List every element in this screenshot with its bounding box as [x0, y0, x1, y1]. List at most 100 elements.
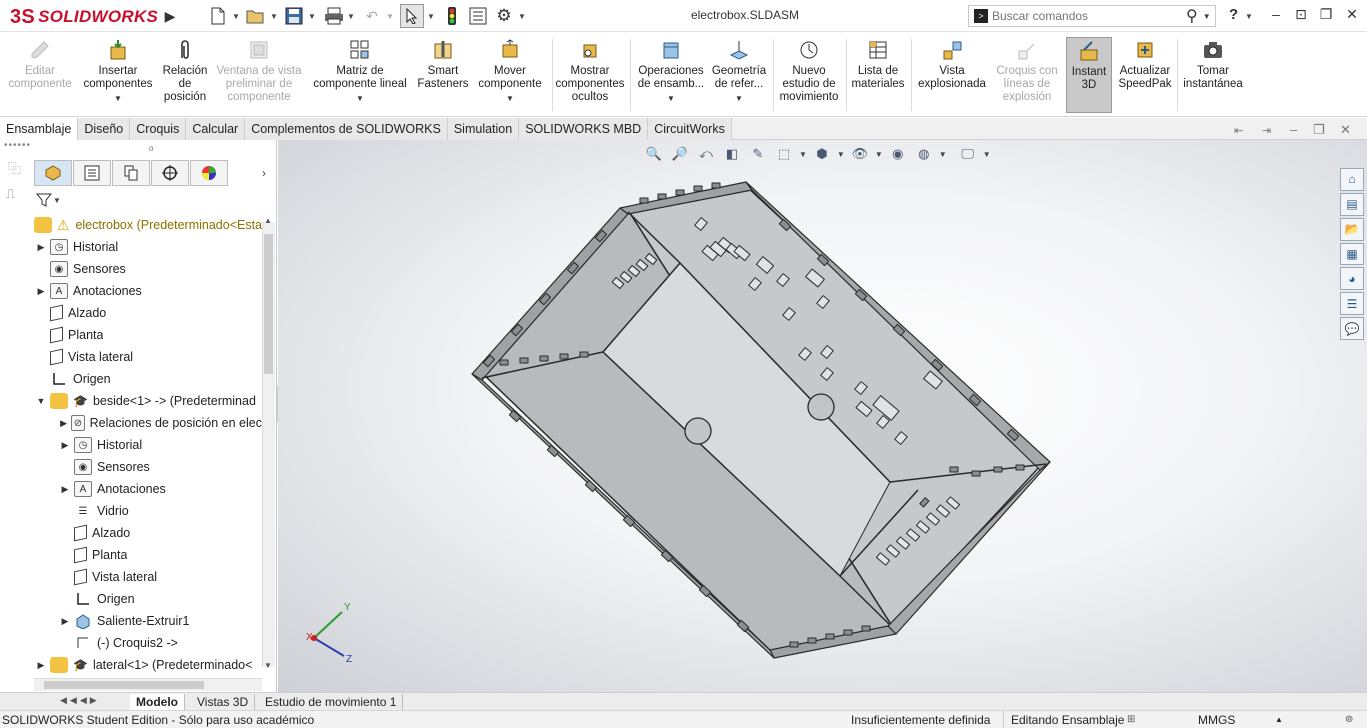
tab-simulation[interactable]: Simulation — [447, 118, 520, 140]
doc-restore-icon[interactable]: ❐ — [1313, 122, 1325, 138]
tree-root-assembly[interactable]: ⚠ electrobox (Predeterminado<Esta — [34, 214, 262, 236]
minimize-icon[interactable]: – — [1266, 6, 1286, 24]
show-hidden-components-button[interactable]: Mostrar componentes ocultos — [554, 37, 626, 113]
units-dropdown-icon[interactable]: ▲ — [1275, 715, 1283, 724]
scroll-up-icon[interactable]: ▲ — [264, 216, 272, 225]
search-dropdown-icon[interactable]: ▼ — [1203, 12, 1211, 21]
options-gear-icon[interactable]: ⚙ — [492, 4, 516, 28]
tree-item-sensores[interactable]: ◉ Sensores — [36, 258, 126, 280]
feature-manager-tab-icon[interactable] — [34, 160, 72, 186]
reference-geometry-dropdown-icon[interactable]: ▼ — [735, 92, 743, 105]
tree-item-historial-sub[interactable]: ▶ ◷ Historial — [60, 434, 142, 456]
tree-item-beside[interactable]: ▼ 🎓 beside<1> -> (Predeterminad — [36, 390, 262, 412]
linear-component-pattern-button[interactable]: Matriz de componente lineal ▼ — [306, 37, 414, 113]
tab-croquis[interactable]: Croquis — [130, 118, 187, 140]
tree-item-origen[interactable]: Origen — [36, 368, 111, 390]
collapse-right-icon[interactable]: ⇥ — [1262, 124, 1271, 137]
tree-item-alzado[interactable]: Alzado — [36, 302, 106, 324]
help-icon[interactable]: ? — [1229, 6, 1238, 23]
solidworks-resources-home-icon[interactable]: ⌂ — [1340, 168, 1364, 191]
tree-item-anotaciones-sub[interactable]: ▶ A Anotaciones — [60, 478, 166, 500]
print-dropdown-icon[interactable]: ▼ — [347, 12, 355, 21]
units-system[interactable]: MMGS — [1198, 713, 1235, 727]
expand-arrow-icon[interactable]: ▶ — [60, 484, 70, 495]
view-orientation-icon[interactable]: ⬚ — [773, 144, 795, 164]
scroll-down-icon[interactable]: ▼ — [264, 661, 272, 670]
file-properties-icon[interactable] — [466, 4, 490, 28]
bill-of-materials-button[interactable]: Lista de materiales — [848, 37, 908, 113]
collapse-left-icon[interactable]: ⇤ — [1234, 124, 1243, 137]
instant-3d-button[interactable]: Instant 3D — [1066, 37, 1112, 113]
tree-item-sensores-sub[interactable]: ◉ Sensores — [60, 456, 150, 478]
expand-arrow-icon[interactable]: ▶ — [60, 616, 70, 627]
solidworks-logo[interactable]: 3S SOLIDWORKS — [10, 3, 158, 31]
design-library-icon[interactable]: ▤ — [1340, 192, 1364, 216]
filter-button[interactable]: ▼ — [36, 192, 61, 208]
undo-icon[interactable]: ↶ — [360, 4, 384, 28]
sketch-mini-icon[interactable]: ⿻ — [8, 158, 21, 177]
hide-show-dropdown-icon[interactable]: ▼ — [875, 150, 883, 166]
reference-geometry-button[interactable]: Geometría de refer... ▼ — [708, 37, 770, 113]
zoom-to-area-icon[interactable]: 🔎 — [669, 144, 691, 164]
filter-dropdown-icon[interactable]: ▼ — [53, 196, 61, 205]
view-settings-dropdown-icon[interactable]: ▼ — [983, 150, 991, 166]
display-style-icon[interactable]: ⬢ — [811, 144, 833, 164]
configuration-manager-tab-icon[interactable] — [112, 160, 150, 186]
previous-view-icon[interactable]: ⤺ — [695, 144, 717, 164]
tree-item-croquis2[interactable]: (-) Croquis2 -> — [60, 632, 178, 654]
assembly-features-dropdown-icon[interactable]: ▼ — [667, 92, 675, 105]
tree-item-planta[interactable]: Planta — [36, 324, 103, 346]
new-dropdown-icon[interactable]: ▼ — [232, 12, 240, 21]
custom-properties-icon[interactable]: ☰ — [1340, 292, 1364, 316]
graphics-area[interactable]: Y Z X — [278, 140, 1367, 692]
property-manager-tab-icon[interactable] — [73, 160, 111, 186]
select-pointer-icon[interactable] — [400, 4, 424, 28]
select-dropdown-icon[interactable]: ▼ — [427, 12, 435, 21]
tab-diseno[interactable]: Diseño — [78, 118, 131, 140]
tree-item-relaciones[interactable]: ▶ ⊘ Relaciones de posición en elec — [60, 412, 262, 434]
expand-arrow-icon[interactable]: ▶ — [36, 242, 46, 253]
file-explorer-icon[interactable]: 📂 — [1340, 217, 1364, 241]
print-icon[interactable] — [322, 4, 346, 28]
fit-window-icon[interactable]: ⊡ — [1291, 6, 1311, 24]
tab-calcular[interactable]: Calcular — [186, 118, 246, 140]
smart-fasteners-button[interactable]: Smart Fasteners — [416, 37, 470, 113]
tree-item-origen-sub[interactable]: Origen — [60, 588, 135, 610]
expand-arrow-icon[interactable]: ▶ — [60, 440, 70, 451]
display-style-dropdown-icon[interactable]: ▼ — [837, 150, 845, 166]
expand-arrow-icon[interactable]: ▶ — [36, 660, 46, 671]
view-palette-icon[interactable]: ▦ — [1340, 242, 1364, 266]
save-dropdown-icon[interactable]: ▼ — [308, 12, 316, 21]
pattern-dropdown-icon[interactable]: ▼ — [356, 92, 364, 105]
electrobox-3d-model[interactable]: Y Z X — [278, 140, 1367, 692]
panel-splitter-handle[interactable]: o — [149, 144, 153, 153]
tree-item-saliente-extruir1[interactable]: ▶ Saliente-Extruir1 — [60, 610, 189, 632]
assembly-features-button[interactable]: Operaciones de ensamb... ▼ — [634, 37, 708, 113]
tree-item-vista-lateral[interactable]: Vista lateral — [36, 346, 133, 368]
search-input[interactable] — [992, 9, 1172, 23]
grip-dots[interactable]: •••••• — [4, 140, 31, 151]
explode-line-sketch-button[interactable]: Croquis con líneas de explosión — [992, 37, 1062, 113]
tree-item-alzado-sub[interactable]: Alzado — [60, 522, 130, 544]
panel-tabs-arrow-icon[interactable]: › — [262, 166, 266, 180]
section-view-icon[interactable]: ◧ — [721, 144, 743, 164]
hide-show-items-icon[interactable]: 👁 — [849, 144, 871, 164]
tree-horizontal-scrollbar[interactable] — [34, 678, 262, 691]
step-mini-icon[interactable]: ⎍ — [6, 186, 15, 202]
rebuild-status-icon[interactable]: ⊞ — [1127, 714, 1135, 725]
tree-item-lateral[interactable]: ▶ 🎓 lateral<1> (Predeterminado< — [36, 654, 262, 676]
options-dropdown-icon[interactable]: ▼ — [518, 12, 526, 21]
tab-navigation-arrows-icon[interactable]: ◀◀◀▶ — [60, 695, 100, 706]
rebuild-traffic-light-icon[interactable] — [440, 4, 464, 28]
move-dropdown-icon[interactable]: ▼ — [506, 92, 514, 105]
edit-appearance-icon[interactable]: ◉ — [887, 144, 909, 164]
component-preview-window-button[interactable]: Ventana de vista preliminar de component… — [214, 37, 304, 113]
search-commands-box[interactable]: > ⚲ ▼ — [968, 5, 1216, 27]
tab-complementos[interactable]: Complementos de SOLIDWORKS — [245, 118, 448, 140]
exploded-view-button[interactable]: Vista explosionada — [914, 37, 990, 113]
collapse-arrow-icon[interactable]: ▼ — [36, 396, 46, 406]
solidworks-forum-icon[interactable]: 💬 — [1340, 317, 1364, 341]
mate-button[interactable]: Relación de posición — [158, 37, 212, 113]
open-dropdown-icon[interactable]: ▼ — [270, 12, 278, 21]
appearances-scenes-icon[interactable]: ◕ — [1340, 267, 1364, 291]
